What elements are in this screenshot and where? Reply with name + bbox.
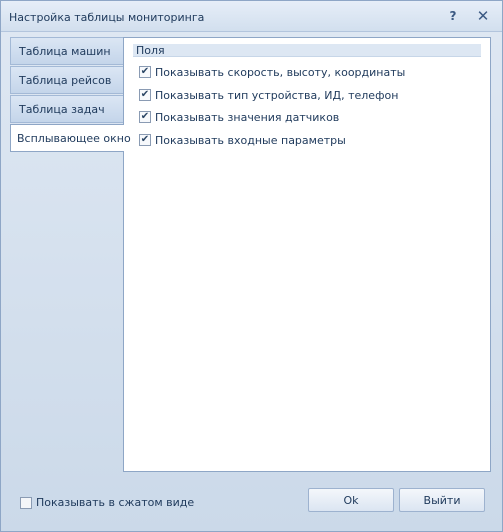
checkbox-label: Показывать тип устройства, ИД, телефон (155, 88, 399, 102)
show-compact-view-checkbox[interactable]: Показывать в сжатом виде (20, 496, 194, 509)
checkbox-box[interactable] (20, 496, 32, 509)
exit-button[interactable]: Выйти (399, 488, 485, 512)
checkmark-icon: ✔ (140, 89, 150, 100)
tab-label: Всплывающее окно (17, 132, 131, 145)
checkbox-box[interactable]: ✔ (139, 89, 151, 101)
title-bar[interactable]: Настройка таблицы мониторинга ? ✕ (1, 1, 502, 32)
help-icon[interactable]: ? (445, 8, 461, 24)
show-speed-altitude-coordinates-checkbox[interactable]: ✔ Показывать скорость, высоту, координат… (139, 64, 405, 80)
tab-content-panel: Поля ✔ Показывать скорость, высоту, коор… (123, 37, 491, 472)
show-sensor-values-checkbox[interactable]: ✔ Показывать значения датчиков (139, 109, 339, 125)
tab-vehicles-table[interactable]: Таблица машин (10, 37, 124, 65)
checkmark-icon: ✔ (140, 66, 150, 77)
tab-tasks-table[interactable]: Таблица задач (10, 95, 124, 123)
checkbox-box[interactable]: ✔ (139, 134, 151, 146)
checkmark-icon: ✔ (140, 134, 150, 145)
tab-popup-window[interactable]: Всплывающее окно (10, 124, 131, 152)
tab-label: Таблица рейсов (19, 74, 112, 87)
tab-trips-table[interactable]: Таблица рейсов (10, 66, 124, 94)
checkbox-box[interactable]: ✔ (139, 111, 151, 123)
checkbox-label: Показывать значения датчиков (155, 110, 340, 124)
checkbox-label: Показывать входные параметры (155, 133, 346, 147)
checkbox-box[interactable]: ✔ (139, 66, 151, 78)
tab-label: Таблица машин (19, 45, 111, 58)
checkbox-label: Показывать в сжатом виде (36, 496, 195, 509)
ok-button[interactable]: Ok (308, 488, 394, 512)
tab-label: Таблица задач (19, 103, 105, 116)
checkmark-icon: ✔ (140, 111, 150, 122)
window-title: Настройка таблицы мониторинга (9, 11, 205, 24)
settings-dialog: Настройка таблицы мониторинга ? ✕ Таблиц… (0, 0, 503, 532)
show-device-type-id-phone-checkbox[interactable]: ✔ Показывать тип устройства, ИД, телефон (139, 87, 398, 103)
show-input-parameters-checkbox[interactable]: ✔ Показывать входные параметры (139, 132, 346, 148)
close-icon[interactable]: ✕ (475, 8, 491, 24)
fields-group-header: Поля (133, 44, 481, 57)
checkbox-label: Показывать скорость, высоту, координаты (155, 65, 406, 79)
